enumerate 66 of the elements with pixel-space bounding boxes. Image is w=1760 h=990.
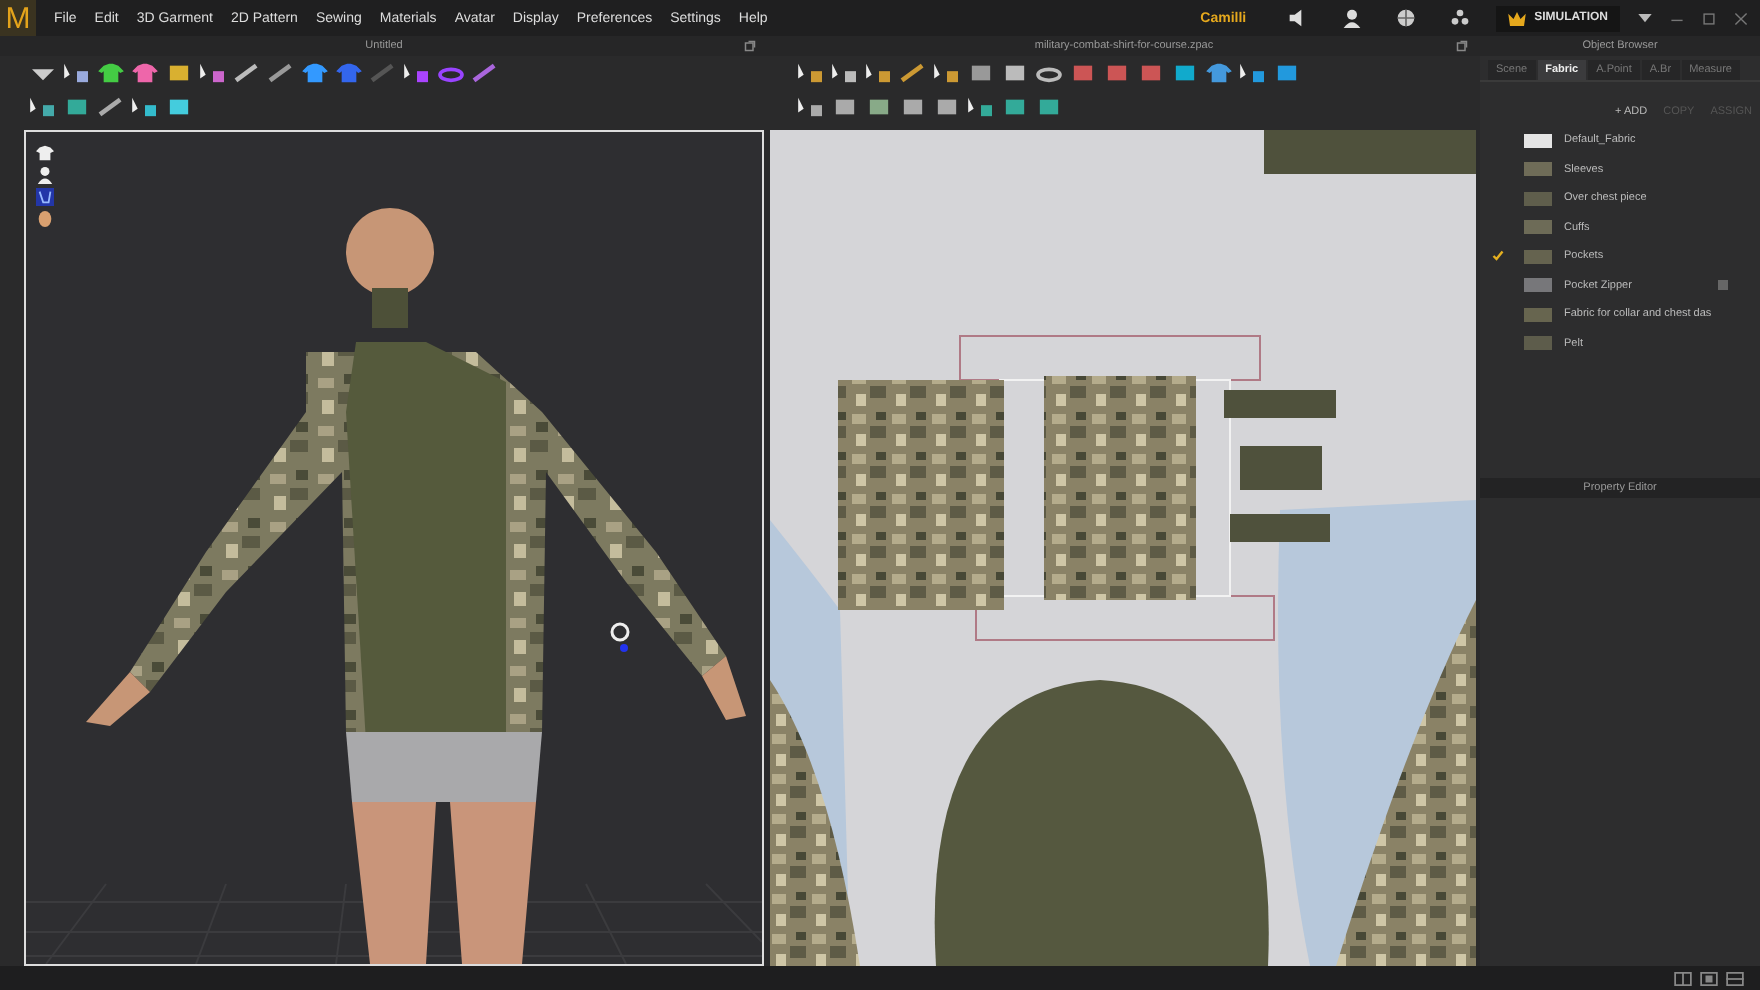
shirt-icon[interactable] bbox=[1204, 62, 1234, 84]
cursor-icon[interactable] bbox=[130, 96, 160, 118]
cursor-icon[interactable] bbox=[402, 62, 432, 84]
figure-icon[interactable] bbox=[36, 166, 54, 184]
square-icon[interactable] bbox=[1034, 96, 1064, 118]
head-icon[interactable] bbox=[36, 210, 54, 228]
fabric-swatch[interactable] bbox=[1524, 278, 1552, 293]
shirt-icon[interactable] bbox=[300, 62, 330, 84]
square-icon[interactable] bbox=[164, 62, 194, 84]
garment-icon[interactable] bbox=[36, 188, 54, 206]
app-logo[interactable]: M bbox=[0, 0, 36, 36]
shirt-icon[interactable] bbox=[130, 62, 160, 84]
cursor-icon[interactable] bbox=[966, 96, 996, 118]
circle-icon[interactable] bbox=[1034, 62, 1064, 84]
fabric-swatch[interactable] bbox=[1524, 307, 1552, 322]
square-icon[interactable] bbox=[966, 62, 996, 84]
square-icon[interactable] bbox=[1136, 62, 1166, 84]
square-icon[interactable] bbox=[932, 96, 962, 118]
square-icon[interactable] bbox=[898, 96, 928, 118]
square-icon[interactable] bbox=[1000, 96, 1030, 118]
cursor-icon[interactable] bbox=[932, 62, 962, 84]
cursor-icon[interactable] bbox=[796, 96, 826, 118]
cursor-icon[interactable] bbox=[62, 62, 92, 84]
maximize-icon[interactable] bbox=[1702, 11, 1716, 25]
cursor-icon[interactable] bbox=[28, 96, 58, 118]
layout-icon[interactable] bbox=[1700, 971, 1718, 985]
pen-icon[interactable] bbox=[898, 62, 928, 84]
square-icon[interactable] bbox=[864, 96, 894, 118]
pen-icon[interactable] bbox=[96, 96, 126, 118]
globe-icon[interactable] bbox=[1396, 8, 1417, 28]
shirt-icon[interactable] bbox=[96, 62, 126, 84]
square-icon[interactable] bbox=[62, 96, 92, 118]
square-icon[interactable] bbox=[830, 96, 860, 118]
user-icon[interactable] bbox=[1342, 8, 1363, 28]
square-icon[interactable] bbox=[1068, 62, 1098, 84]
rotate-icon[interactable] bbox=[610, 622, 630, 652]
layout-icon[interactable] bbox=[1726, 971, 1744, 985]
undock-icon[interactable] bbox=[1456, 40, 1468, 52]
caret-icon[interactable] bbox=[1638, 13, 1652, 23]
fabric-swatch[interactable] bbox=[1524, 220, 1552, 235]
pen-icon[interactable] bbox=[232, 62, 262, 84]
pattern-piece bbox=[1240, 446, 1322, 490]
square-icon[interactable] bbox=[1170, 62, 1200, 84]
cursor-icon[interactable] bbox=[796, 62, 826, 84]
square-icon[interactable] bbox=[164, 96, 194, 118]
square-icon[interactable] bbox=[1272, 62, 1302, 84]
fabric-swatch[interactable] bbox=[1524, 191, 1552, 206]
pen-icon[interactable] bbox=[266, 62, 296, 84]
close-icon[interactable] bbox=[1734, 11, 1748, 25]
fabric-swatch[interactable] bbox=[1524, 249, 1552, 264]
cursor-icon[interactable] bbox=[198, 62, 228, 84]
cursor-icon[interactable] bbox=[1238, 62, 1268, 84]
shirt-icon[interactable] bbox=[36, 144, 54, 162]
network-icon[interactable] bbox=[1450, 8, 1471, 28]
fabric-swatch[interactable] bbox=[1524, 336, 1552, 351]
cursor-icon[interactable] bbox=[864, 62, 894, 84]
checkmark-icon[interactable] bbox=[1492, 250, 1504, 263]
undock-icon[interactable] bbox=[744, 40, 756, 52]
layout-icon[interactable] bbox=[1674, 971, 1692, 985]
square-icon[interactable] bbox=[1000, 62, 1030, 84]
crown-icon bbox=[1508, 11, 1527, 25]
fabric-swatch[interactable] bbox=[1524, 162, 1552, 177]
pen-icon[interactable] bbox=[470, 62, 500, 84]
cursor-icon[interactable] bbox=[830, 62, 860, 84]
square-icon[interactable] bbox=[1102, 62, 1132, 84]
fabric-swatch[interactable] bbox=[1524, 133, 1552, 148]
